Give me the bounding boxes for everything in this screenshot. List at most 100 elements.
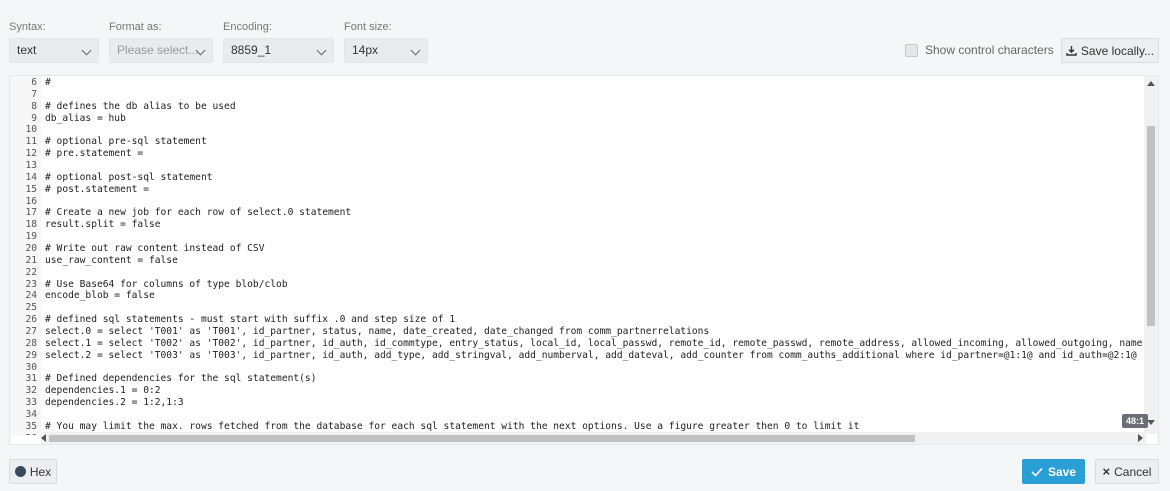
line-number: 28 <box>25 337 37 349</box>
vertical-scrollbar[interactable] <box>1144 76 1158 434</box>
code-line[interactable]: 30 <box>10 362 1146 374</box>
syntax-field: Syntax: text <box>9 20 99 63</box>
code-line[interactable]: 35 # You may limit the max. rows fetched … <box>10 421 1146 433</box>
line-text[interactable] <box>37 124 45 136</box>
code-line[interactable]: 32 dependencies.1 = 0:2 <box>10 385 1146 397</box>
hex-button[interactable]: Hex <box>9 459 57 484</box>
line-text[interactable] <box>37 362 45 374</box>
code-editor[interactable]: 6 #7 8 # defines the db alias to be used 9 db… <box>9 75 1159 445</box>
code-line[interactable]: 29 select.2 = select 'T003' as 'T003', id… <box>10 350 1146 362</box>
line-text[interactable]: # pre.statement = <box>37 148 143 160</box>
line-text[interactable] <box>37 160 45 172</box>
hex-label: Hex <box>29 464 52 479</box>
line-text[interactable]: db_alias = hub <box>37 113 126 125</box>
line-text[interactable] <box>37 409 45 421</box>
line-text[interactable]: # Create a new job for each row of selec… <box>37 207 351 219</box>
line-text[interactable]: # Defined dependencies for the sql state… <box>37 373 316 385</box>
line-number: 32 <box>25 385 37 397</box>
line-number: 24 <box>25 290 37 302</box>
line-text[interactable] <box>37 196 45 208</box>
code-line[interactable]: 10 <box>10 124 1146 136</box>
line-text[interactable]: encode_blob = false <box>37 290 155 302</box>
line-number: 21 <box>25 254 37 266</box>
code-line[interactable]: 20 # Write out raw content instead of CSV <box>10 243 1146 255</box>
line-text[interactable]: dependencies.2 = 1:2,1:3 <box>37 397 184 409</box>
vertical-scroll-thumb[interactable] <box>1147 126 1155 326</box>
code-line[interactable]: 23 # Use Base64 for columns of type blob/… <box>10 279 1146 291</box>
line-text[interactable] <box>37 302 45 314</box>
code-line[interactable]: 6 # <box>10 77 1146 89</box>
line-text[interactable]: result.split = false <box>37 219 161 231</box>
save-button[interactable]: Save <box>1022 459 1085 484</box>
line-number: 36 <box>10 433 37 435</box>
code-line[interactable]: 9 db_alias = hub <box>10 113 1146 125</box>
code-line[interactable]: 16 <box>10 196 1146 208</box>
line-text[interactable]: # Write out raw content instead of CSV <box>37 243 265 255</box>
format-field: Format as: Please select... <box>109 20 213 63</box>
save-locally-button[interactable]: Save locally... <box>1061 38 1159 63</box>
code-line[interactable]: 17 # Create a new job for each row of sel… <box>10 207 1146 219</box>
cancel-button[interactable]: × Cancel <box>1095 459 1159 484</box>
line-number: 25 <box>25 302 37 314</box>
code-line[interactable]: 11 # optional pre-sql statement <box>10 136 1146 148</box>
line-text[interactable]: # optional post-sql statement <box>37 172 213 184</box>
code-lines[interactable]: 6 #7 8 # defines the db alias to be used 9 db… <box>10 77 1146 435</box>
encoding-value: 8859_1 <box>231 43 272 57</box>
code-line[interactable]: 15 # post.statement = <box>10 184 1146 196</box>
line-text[interactable]: select.2 = select 'T003' as 'T003', id_p… <box>37 350 1137 362</box>
encoding-select[interactable]: 8859_1 <box>223 38 334 63</box>
horizontal-scroll-thumb[interactable] <box>49 435 915 442</box>
code-line[interactable]: 31 # Defined dependencies for the sql sta… <box>10 373 1146 385</box>
code-line[interactable]: 33 dependencies.2 = 1:2,1:3 <box>10 397 1146 409</box>
line-number: 30 <box>25 361 37 373</box>
line-text[interactable]: # defined sql statements - must start wi… <box>37 314 455 326</box>
line-text[interactable]: # optional pre-sql statement <box>37 136 207 148</box>
line-text[interactable]: use_raw_content = false <box>37 255 178 267</box>
line-number: 31 <box>25 373 37 385</box>
scroll-right-icon[interactable] <box>1138 434 1143 442</box>
code-line[interactable]: 19 <box>10 231 1146 243</box>
line-text[interactable]: # post.statement = <box>37 184 149 196</box>
line-text[interactable] <box>37 231 45 243</box>
line-text[interactable]: # You may limit the max. rows fetched fr… <box>37 421 859 433</box>
code-line[interactable]: 27 select.0 = select 'T001' as 'T001', id… <box>10 326 1146 338</box>
code-line[interactable]: 34 <box>10 409 1146 421</box>
code-line[interactable]: 12 # pre.statement = <box>10 148 1146 160</box>
show-control-characters-label: Show control characters <box>925 43 1054 57</box>
toolbar: Syntax: text Format as: Please select...… <box>0 0 1170 75</box>
horizontal-scrollbar[interactable] <box>41 432 1146 444</box>
code-line[interactable]: 18 result.split = false <box>10 219 1146 231</box>
scroll-up-icon[interactable] <box>1147 81 1155 86</box>
code-line[interactable]: 26 # defined sql statements - must start … <box>10 314 1146 326</box>
code-line[interactable]: 14 # optional post-sql statement <box>10 172 1146 184</box>
editor-dialog: Syntax: text Format as: Please select...… <box>0 0 1170 491</box>
line-text[interactable] <box>37 267 45 279</box>
show-control-characters-checkbox[interactable] <box>905 43 918 57</box>
line-text[interactable]: select.0 = select 'T001' as 'T001', id_p… <box>37 326 709 338</box>
format-select[interactable]: Please select... <box>109 38 213 63</box>
line-text[interactable]: # <box>37 77 51 89</box>
syntax-value: text <box>17 43 37 57</box>
show-control-characters[interactable]: Show control characters <box>905 42 1054 58</box>
code-line[interactable]: 13 <box>10 160 1146 172</box>
code-line[interactable]: 21 use_raw_content = false <box>10 255 1146 267</box>
code-line[interactable]: 25 <box>10 302 1146 314</box>
code-line[interactable]: 28 select.1 = select 'T002' as 'T002', id… <box>10 338 1146 350</box>
code-line[interactable]: 8 # defines the db alias to be used <box>10 101 1146 113</box>
line-text[interactable]: # defines the db alias to be used <box>37 101 236 113</box>
code-line[interactable]: 24 encode_blob = false <box>10 290 1146 302</box>
font-size-field: Font size: 14px <box>344 20 428 63</box>
code-line[interactable]: 22 <box>10 267 1146 279</box>
hexagon-icon <box>14 466 26 477</box>
line-text[interactable] <box>37 89 45 101</box>
scroll-down-icon[interactable] <box>1147 420 1155 425</box>
line-text[interactable]: select.1 = select 'T002' as 'T002', id_p… <box>37 338 1146 350</box>
code-line[interactable]: 7 <box>10 89 1146 101</box>
syntax-select[interactable]: text <box>9 38 99 63</box>
line-text[interactable]: # Use Base64 for columns of type blob/cl… <box>37 279 288 291</box>
font-size-select[interactable]: 14px <box>344 38 428 63</box>
cancel-label: Cancel <box>1114 464 1152 479</box>
line-text[interactable]: dependencies.1 = 0:2 <box>37 385 161 397</box>
line-number: 14 <box>25 171 37 183</box>
scroll-left-icon[interactable] <box>41 434 46 442</box>
